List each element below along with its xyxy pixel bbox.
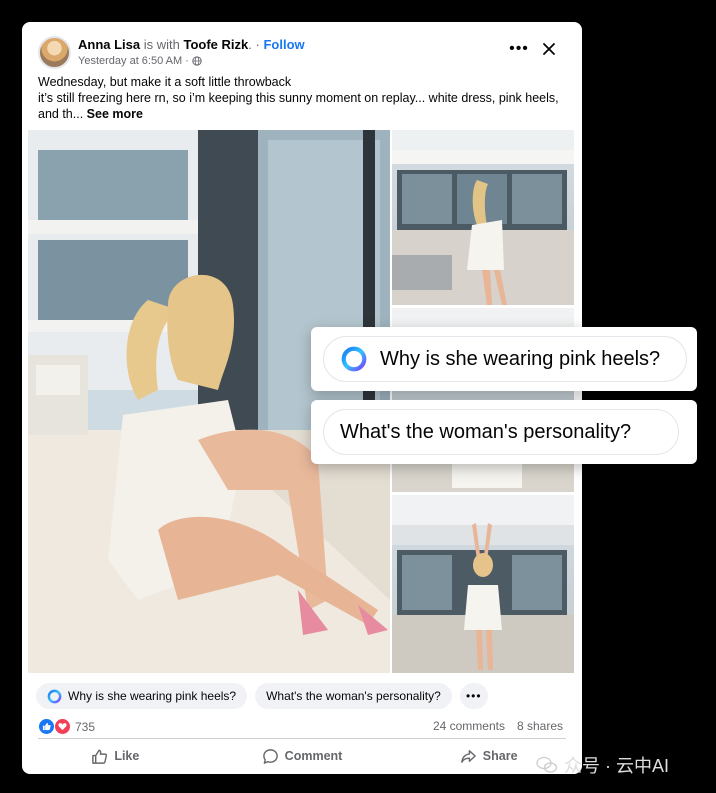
like-reaction-icon — [38, 718, 55, 735]
suggestions-more-button[interactable]: ••• — [459, 683, 488, 709]
thumbs-up-icon — [92, 749, 108, 764]
floating-suggestion-pink-heels[interactable]: Why is she wearing pink heels? — [323, 336, 687, 382]
caption-line-2: it’s still freezing here rn, so i’m keep… — [38, 91, 559, 105]
post-card: Anna Lisa is with Toofe Rizk. · Follow Y… — [22, 22, 582, 774]
avatar[interactable] — [38, 36, 71, 69]
watermark-text: 众号 · 云中AI — [564, 756, 670, 776]
suggestion-label: What's the woman's personality? — [266, 689, 441, 703]
comments-count[interactable]: 24 comments — [433, 719, 505, 733]
close-icon[interactable] — [538, 38, 560, 60]
meta-ai-ring-icon — [341, 346, 367, 372]
post-caption: Wednesday, but make it a soft little thr… — [38, 74, 573, 122]
wechat-icon — [536, 756, 558, 773]
divider — [38, 738, 566, 739]
suggestion-chip-personality[interactable]: What's the woman's personality? — [255, 683, 452, 709]
separator-dot: · — [255, 37, 260, 52]
post-meta: Yesterday at 6:50 AM · — [78, 55, 202, 67]
follow-button[interactable]: Follow — [263, 37, 304, 52]
more-options-icon[interactable]: ••• — [508, 40, 530, 58]
reaction-count: 735 — [75, 719, 96, 734]
suggestion-label: Why is she wearing pink heels? — [68, 689, 237, 703]
reaction-summary[interactable]: 735 — [38, 718, 95, 735]
author-name[interactable]: Anna Lisa — [78, 37, 140, 52]
share-arrow-icon — [460, 749, 476, 763]
like-label: Like — [114, 749, 140, 763]
suggestion-row: Why is she wearing pink heels? What's th… — [36, 682, 488, 710]
meta-dot: · — [185, 55, 189, 67]
see-more-link[interactable]: See more — [87, 107, 143, 121]
post-header: Anna Lisa is with Toofe Rizk. · Follow Y… — [22, 22, 582, 127]
caption-line-1: Wednesday, but make it a soft little thr… — [38, 75, 292, 89]
floating-suggestion-personality[interactable]: What's the woman's personality? — [323, 409, 679, 455]
caption-line-3: and th... — [38, 107, 84, 121]
post-stats: 24 comments 8 shares — [433, 719, 563, 733]
action-bar: Like Comment Share — [22, 740, 582, 772]
tagged-suffix: . — [248, 37, 252, 52]
floating-prompt-card-2: What's the woman's personality? — [311, 400, 697, 464]
watermark: 众号 · 云中AI — [536, 752, 669, 778]
share-label: Share — [482, 749, 518, 763]
comment-label: Comment — [284, 749, 343, 763]
timestamp[interactable]: Yesterday at 6:50 AM — [78, 55, 182, 67]
with-text: is with — [143, 37, 180, 52]
author-line: Anna Lisa is with Toofe Rizk. · Follow — [78, 37, 305, 53]
floating-suggestion-label: What's the woman's personality? — [340, 420, 632, 443]
side-photo-3-scene — [392, 495, 574, 673]
comment-bubble-icon — [262, 748, 278, 764]
side-photo-1-scene — [392, 130, 574, 305]
floating-prompt-card-1: Why is she wearing pink heels? — [311, 327, 697, 391]
floating-suggestion-label: Why is she wearing pink heels? — [380, 347, 661, 370]
comment-button[interactable]: Comment — [209, 740, 396, 772]
globe-icon — [192, 56, 202, 66]
shares-count[interactable]: 8 shares — [517, 719, 563, 733]
meta-ai-ring-icon — [47, 689, 62, 703]
like-button[interactable]: Like — [22, 740, 209, 772]
side-photo-1[interactable] — [392, 130, 574, 305]
tagged-name[interactable]: Toofe Rizk — [184, 37, 249, 52]
side-photo-3[interactable] — [392, 495, 574, 673]
suggestion-chip-pink-heels[interactable]: Why is she wearing pink heels? — [36, 683, 248, 709]
love-reaction-icon — [54, 718, 71, 735]
